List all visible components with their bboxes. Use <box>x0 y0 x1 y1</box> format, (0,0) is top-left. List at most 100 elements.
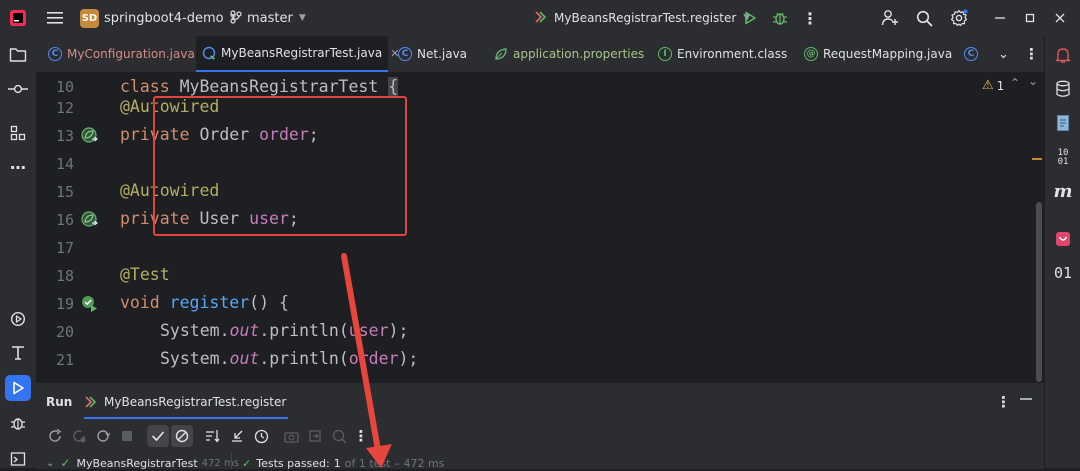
tab-label: Environment.class <box>677 47 788 61</box>
terminal-icon[interactable] <box>7 342 29 364</box>
restore-icon[interactable] <box>1020 8 1040 28</box>
debug-icon[interactable] <box>770 8 790 28</box>
tab-net[interactable]: C Net.java <box>398 36 467 72</box>
services-icon[interactable] <box>7 308 29 330</box>
document-icon[interactable] <box>1052 112 1074 134</box>
test-tree-row[interactable]: ⌄ ✓ MyBeansRegistrarTest 472 ms <box>46 455 239 471</box>
test-duration: 472 ms <box>201 457 239 469</box>
scroll-marker <box>1032 158 1042 160</box>
search-icon[interactable] <box>914 8 934 28</box>
minimize-icon[interactable] <box>990 8 1010 28</box>
tab-myconfiguration[interactable]: C MyConfiguration.java <box>48 36 195 72</box>
hex-viewer-icon[interactable]: 01 <box>1050 262 1076 284</box>
git-branch-icon <box>230 9 242 28</box>
warning-icon: ⚠ <box>982 78 994 93</box>
line-number: 13 <box>55 127 74 145</box>
editor-scrollbar[interactable] <box>1036 202 1042 382</box>
app-logo-icon[interactable] <box>8 8 28 28</box>
show-ignored-icon[interactable] <box>171 425 193 447</box>
main-menu-icon[interactable] <box>44 8 66 28</box>
line-number: 10 <box>55 78 74 96</box>
run-tab[interactable]: MyBeansRegistrarTest.register <box>84 387 288 419</box>
collapse-all-icon[interactable] <box>228 427 246 445</box>
class-ref: System. <box>160 321 230 340</box>
test-config-icon <box>534 9 548 28</box>
project-badge: SD <box>80 8 99 28</box>
tree-splitter[interactable] <box>231 453 232 469</box>
warning-indicator[interactable]: ⚠ 1 <box>982 78 1004 93</box>
database-icon[interactable] <box>1052 78 1074 100</box>
commit-icon[interactable] <box>7 78 29 100</box>
next-highlight-chevron-icon[interactable]: ⌄ <box>1028 74 1038 88</box>
punctuation: ); <box>388 321 409 340</box>
tab-environment-class[interactable]: I Environment.class <box>658 36 787 72</box>
binary-viewer-icon[interactable]: 10 01 <box>1050 146 1076 170</box>
screenshot-icon[interactable] <box>282 427 300 445</box>
plugin-icon[interactable] <box>1052 228 1074 250</box>
toolbar-more-icon[interactable]: ⋮ <box>354 426 369 446</box>
class-icon: C <box>48 47 62 61</box>
argument: order <box>348 349 399 368</box>
method-call: .println( <box>259 321 349 340</box>
right-tool-bar: 10 01 m 01 <box>1044 36 1080 468</box>
test-passed-gutter-icon[interactable] <box>80 294 100 314</box>
maven-icon[interactable]: m <box>1052 180 1074 202</box>
tab-overflow[interactable]: C <box>964 36 983 72</box>
project-selector[interactable]: SD springboot4-demo ▼ <box>80 7 236 29</box>
left-tool-bar: ⋯ <box>0 36 37 468</box>
coverage-icon[interactable] <box>330 427 348 445</box>
import-tests-icon[interactable] <box>306 427 324 445</box>
tab-label: MyBeansRegistrarTest.java <box>221 46 383 60</box>
code-line: @Test <box>120 265 170 284</box>
tabs-dropdown-chevron-icon[interactable]: ⌄ <box>998 36 1009 72</box>
method-name: register <box>159 293 250 312</box>
rerun-icon[interactable] <box>46 427 64 445</box>
chevron-down-icon: ⌄ <box>46 457 55 469</box>
static-field: out <box>229 349 260 368</box>
structure-icon[interactable] <box>7 122 29 144</box>
console-icon[interactable] <box>7 448 29 470</box>
tab-mybeansregistrartest[interactable]: MyBeansRegistrarTest.java ✕ <box>196 36 399 72</box>
argument: user <box>348 321 389 340</box>
run-panel-more-icon[interactable]: ⋮ <box>996 393 1011 411</box>
annotation: @Test <box>120 265 170 284</box>
project-folder-icon[interactable] <box>7 44 29 66</box>
code-line: void register() { <box>120 293 289 312</box>
test-config-icon <box>84 395 98 409</box>
tab-label: RequestMapping.java <box>823 47 953 61</box>
debug-tool-icon[interactable] <box>7 412 29 434</box>
spring-bean-gutter-icon[interactable] <box>80 210 100 230</box>
more-actions-icon[interactable]: ⋮ <box>802 8 818 28</box>
prev-highlight-chevron-icon[interactable]: ⌃ <box>1010 76 1020 90</box>
class-name: MyBeansRegistrarTest <box>169 77 389 96</box>
stop-icon[interactable] <box>118 427 136 445</box>
tab-requestmapping[interactable]: @ RequestMapping.java <box>804 36 952 72</box>
branch-selector[interactable]: master ▼ <box>230 7 306 29</box>
run-tool-icon[interactable] <box>5 375 31 401</box>
toggle-auto-test-icon[interactable] <box>94 427 112 445</box>
tab-application-properties[interactable]: application.properties <box>494 36 644 72</box>
run-tool-window: Run MyBeansRegistrarTest.register ⋮ ⋮ ⌄ … <box>36 382 1044 471</box>
line-number: 12 <box>55 99 74 117</box>
rerun-failed-icon[interactable] <box>70 427 88 445</box>
show-passed-icon[interactable] <box>147 425 169 447</box>
run-icon[interactable] <box>740 8 760 28</box>
notifications-bell-icon[interactable] <box>1052 44 1074 66</box>
close-icon[interactable] <box>1050 8 1070 28</box>
add-user-icon[interactable] <box>880 8 900 28</box>
code-editor[interactable]: 10 class MyBeansRegistrarTest { ⚠ 1 ⌃ ⌄ … <box>36 72 1044 382</box>
test-history-icon[interactable] <box>252 427 270 445</box>
more-tools-icon[interactable]: ⋯ <box>7 156 29 178</box>
line-number: 14 <box>55 155 74 173</box>
line-number: 20 <box>55 323 74 341</box>
settings-gear-icon[interactable] <box>948 8 970 28</box>
run-panel-title: Run <box>46 395 73 409</box>
sort-alpha-icon[interactable] <box>204 427 222 445</box>
line-number: 16 <box>55 211 74 229</box>
spring-bean-gutter-icon[interactable] <box>80 126 100 146</box>
class-ref: System. <box>160 349 230 368</box>
run-panel-minimize-icon[interactable] <box>1020 391 1034 407</box>
run-config-selector[interactable]: MyBeansRegistrarTest.register ▼ <box>534 7 750 29</box>
line-number: 15 <box>55 183 74 201</box>
tabs-more-icon[interactable]: ⋮ <box>1024 36 1039 72</box>
